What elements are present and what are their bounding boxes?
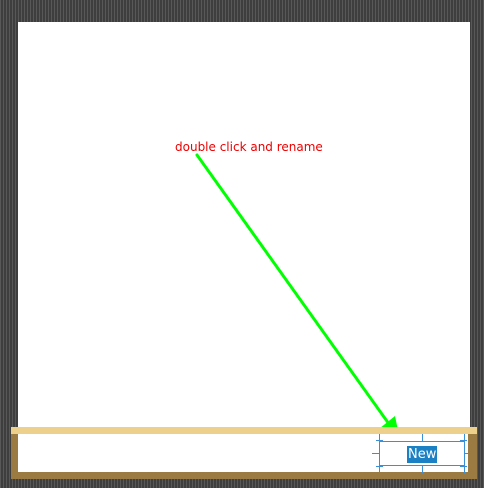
rename-field[interactable]: New — [372, 434, 472, 473]
resize-handle[interactable] — [464, 466, 465, 473]
workspace-canvas[interactable] — [18, 22, 470, 432]
resize-handle[interactable] — [422, 466, 423, 473]
resize-handle[interactable] — [379, 466, 380, 473]
resize-handle[interactable] — [376, 440, 383, 441]
resize-handle[interactable] — [460, 440, 467, 441]
resize-handle[interactable] — [422, 434, 423, 441]
resize-handle[interactable] — [376, 466, 383, 467]
rename-field-selected-text[interactable]: New — [407, 446, 438, 463]
annotation-label: double click and rename — [175, 140, 323, 154]
resize-handle[interactable] — [372, 453, 379, 454]
resize-handle[interactable] — [465, 453, 472, 454]
resize-handle[interactable] — [460, 466, 467, 467]
